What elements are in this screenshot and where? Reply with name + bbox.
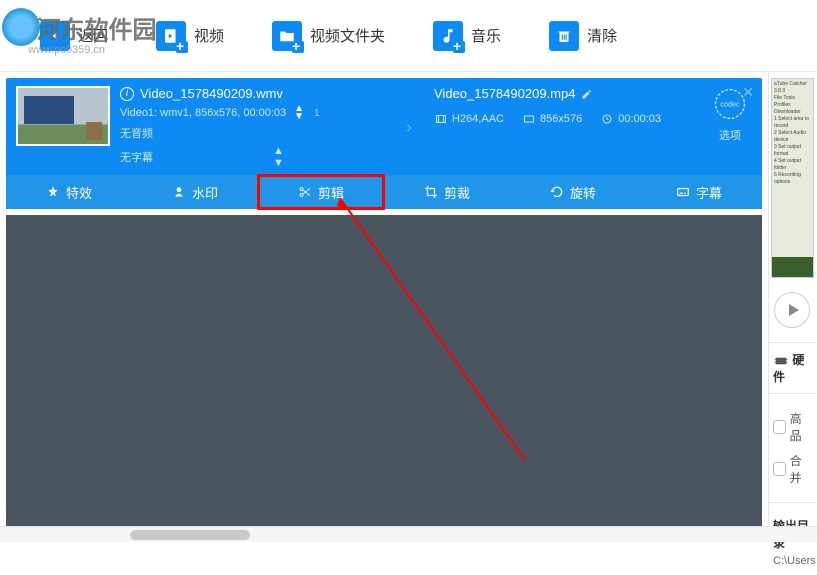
clear-label: 清除 — [587, 25, 617, 46]
music-label: 音乐 — [471, 25, 501, 46]
tab-rotate-label: 旋转 — [570, 183, 596, 202]
tab-crop-label: 剪裁 — [444, 183, 470, 202]
scrollbar-thumb[interactable] — [130, 530, 250, 540]
music-button[interactable]: + 音乐 — [433, 21, 501, 51]
main-area: ✕ i Video_1578490209.wmv Video1: wmv1, 8… — [0, 72, 817, 540]
source-subtitle-row: 无字幕 ▲▼ — [120, 145, 394, 169]
source-meta: Video1: wmv1, 856x576, 00:00:03 — [120, 107, 286, 119]
clock-icon — [600, 113, 614, 125]
effects-icon — [46, 185, 60, 199]
checkbox-icon — [773, 420, 786, 434]
hardware-section: 硬件 — [769, 342, 815, 393]
rotate-icon — [550, 185, 564, 199]
subtitle-selector-icon[interactable]: ▲▼ — [273, 145, 284, 169]
dest-filename-row: Video_1578490209.mp4 — [434, 86, 708, 101]
merge-label: 合并 — [790, 452, 811, 486]
video-item-panel: ✕ i Video_1578490209.wmv Video1: wmv1, 8… — [6, 78, 762, 209]
tab-trim[interactable]: 剪辑 — [258, 175, 384, 209]
video-label: 视频 — [194, 25, 224, 46]
tab-watermark[interactable]: 水印 — [132, 175, 258, 209]
video-header: i Video_1578490209.wmv Video1: wmv1, 856… — [6, 78, 762, 175]
options-section: 高品 合并 — [769, 393, 815, 502]
folder-label: 视频文件夹 — [310, 25, 385, 46]
info-icon[interactable]: i — [120, 87, 134, 101]
destination-info: Video_1578490209.mp4 H264,AAC 856x576 — [424, 86, 708, 169]
hq-label: 高品 — [790, 410, 811, 444]
tab-effects-label: 特效 — [66, 183, 92, 202]
options-button[interactable]: codec 选项 — [708, 86, 752, 169]
gear-icon: codec — [712, 86, 748, 122]
tab-crop[interactable]: 剪裁 — [384, 175, 510, 209]
dest-filename: Video_1578490209.mp4 — [434, 86, 575, 101]
stream-selector-icon[interactable]: ▲▼ — [294, 105, 304, 121]
clear-button[interactable]: 清除 — [549, 21, 617, 51]
merge-checkbox-row[interactable]: 合并 — [773, 452, 811, 486]
folder-icon: + — [272, 21, 302, 51]
horizontal-scrollbar[interactable] — [0, 526, 817, 542]
dest-specs: H264,AAC 856x576 00:00:03 — [434, 113, 708, 125]
trash-icon — [549, 21, 579, 51]
dest-codec: H264,AAC — [452, 113, 504, 125]
edit-icon[interactable] — [581, 88, 593, 100]
source-meta-row: Video1: wmv1, 856x576, 00:00:03 ▲▼ 1 — [120, 105, 394, 121]
content-area — [6, 215, 762, 541]
watermark-overlay: 河东软件园 www.pc0359.cn — [2, 8, 156, 56]
svg-text:codec: codec — [720, 100, 740, 109]
source-info: i Video_1578490209.wmv Video1: wmv1, 856… — [120, 86, 394, 169]
options-label: 选项 — [719, 130, 741, 142]
video-thumbnail[interactable] — [16, 86, 110, 146]
preview-thumbnail[interactable]: aTube Catcher 3.8.9File Tools ProfilesDo… — [771, 78, 814, 278]
source-subtitle: 无字幕 — [120, 149, 153, 165]
play-button[interactable] — [774, 292, 810, 328]
video-button[interactable]: + 视频 — [156, 21, 224, 51]
stream-index: 1 — [314, 108, 320, 119]
duration-spec: 00:00:03 — [600, 113, 661, 125]
edit-tabs: 特效 水印 剪辑 剪裁 旋转 — [6, 175, 762, 209]
resolution-icon — [522, 113, 536, 125]
subtitle-icon — [676, 185, 690, 199]
source-filename: Video_1578490209.wmv — [140, 86, 283, 101]
tab-rotate[interactable]: 旋转 — [510, 175, 636, 209]
watermark-url: www.pc0359.cn — [28, 44, 156, 56]
music-icon: + — [433, 21, 463, 51]
source-filename-row: i Video_1578490209.wmv — [120, 86, 394, 101]
tab-effects[interactable]: 特效 — [6, 175, 132, 209]
folder-button[interactable]: + 视频文件夹 — [272, 21, 385, 51]
dest-resolution: 856x576 — [540, 113, 582, 125]
dest-duration: 00:00:03 — [618, 113, 661, 125]
watermark-icon — [172, 185, 186, 199]
tab-subtitle[interactable]: 字幕 — [636, 175, 762, 209]
output-path[interactable]: C:\Users — [773, 555, 811, 567]
codec-spec: H264,AAC — [434, 113, 504, 125]
film-icon — [434, 113, 448, 125]
source-audio-row: 无音频 — [120, 125, 394, 141]
arrow-separator-icon: › — [394, 86, 424, 169]
source-audio: 无音频 — [120, 125, 153, 141]
tab-watermark-label: 水印 — [192, 183, 218, 202]
tab-trim-label: 剪辑 — [318, 183, 344, 202]
scissors-icon — [298, 185, 312, 199]
right-sidebar: aTube Catcher 3.8.9File Tools ProfilesDo… — [768, 72, 815, 540]
checkbox-icon — [773, 462, 786, 476]
crop-icon — [424, 185, 438, 199]
tab-subtitle-label: 字幕 — [696, 183, 722, 202]
video-file-icon: + — [156, 21, 186, 51]
left-column: ✕ i Video_1578490209.wmv Video1: wmv1, 8… — [0, 72, 768, 540]
watermark-logo-icon — [2, 8, 40, 46]
watermark-text: 河东软件园 — [36, 17, 156, 44]
resolution-spec: 856x576 — [522, 113, 582, 125]
chip-icon — [773, 355, 789, 367]
hq-checkbox-row[interactable]: 高品 — [773, 410, 811, 444]
